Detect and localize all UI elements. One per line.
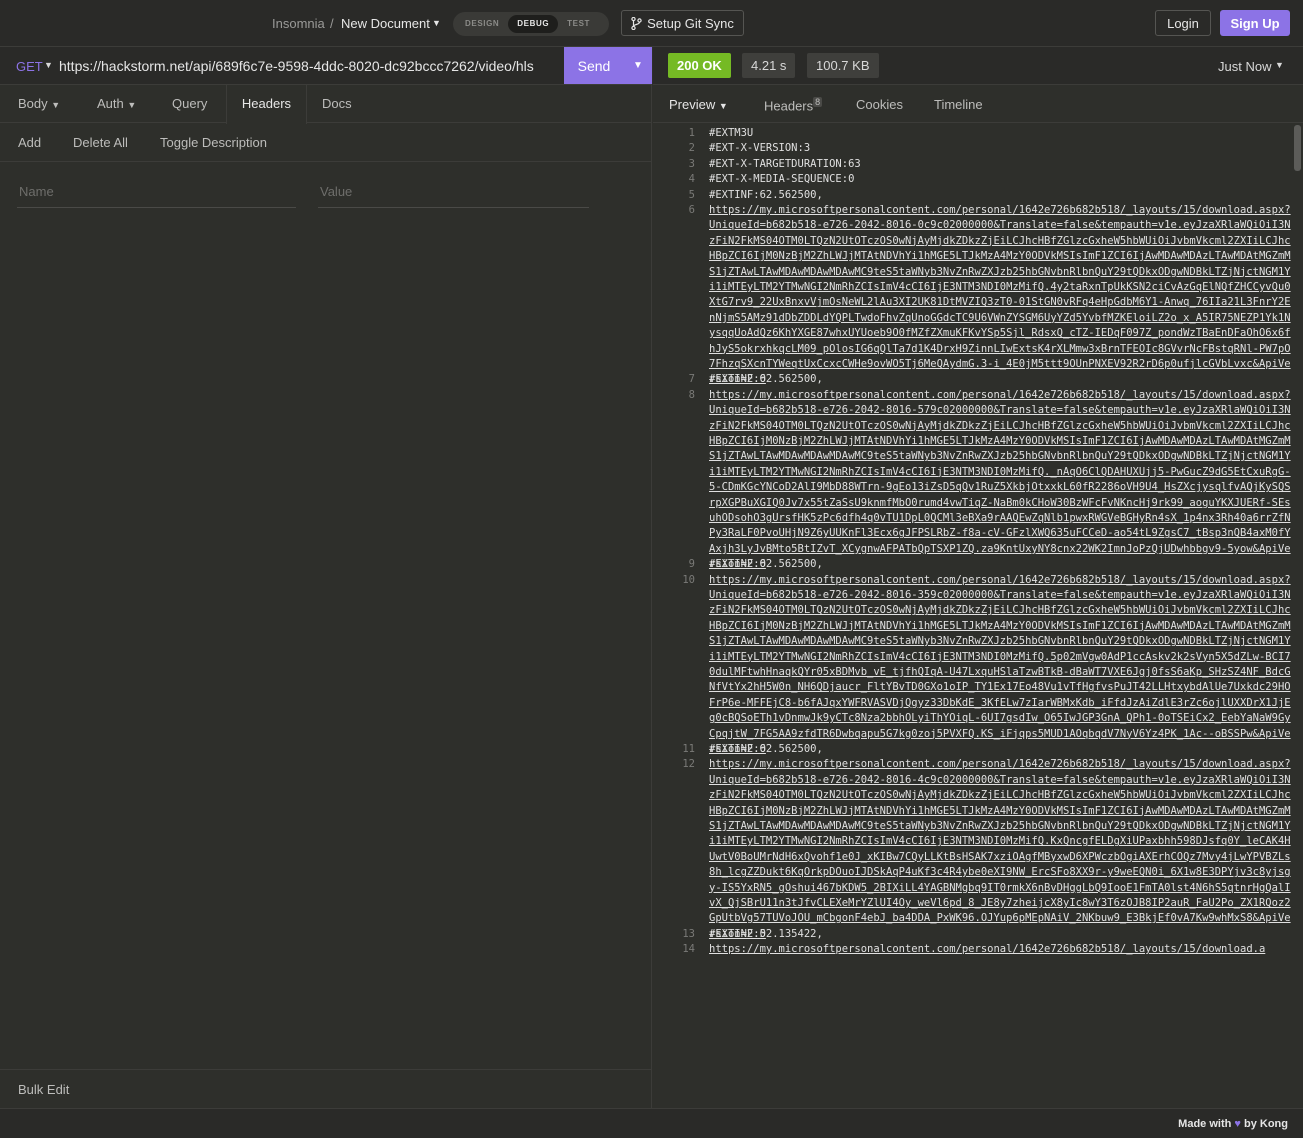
tab-auth[interactable]: Auth ▼ <box>97 85 136 123</box>
tab-auth-label: Auth <box>97 96 124 111</box>
url-bar: GET ▼ https://hackstorm.net/api/689f6c7e… <box>0 47 652 85</box>
status-badge: 200 OK <box>668 53 731 78</box>
line-number: 7 <box>688 373 695 386</box>
breadcrumb-app[interactable]: Insomnia <box>272 16 325 31</box>
heart-icon: ♥ <box>1234 1118 1241 1130</box>
bulk-edit-bar: Bulk Edit <box>0 1069 652 1108</box>
line-number: 11 <box>682 743 695 755</box>
line-number: 6 <box>688 204 695 216</box>
playlist-line: #EXTINF:62.562500, <box>709 558 823 571</box>
mode-test[interactable]: TEST <box>558 15 599 33</box>
made-with-label: Made with <box>1178 1118 1232 1130</box>
send-button[interactable]: Send ▼ <box>564 47 652 84</box>
body-chevron-down-icon: ▼ <box>51 100 61 110</box>
playlist-line: #EXTINF:62.562500, <box>709 743 823 755</box>
playlist-line: #EXT-X-TARGETDURATION:63 <box>709 157 861 170</box>
login-button[interactable]: Login <box>1155 10 1211 36</box>
playlist-line: #EXTM3U <box>709 127 754 139</box>
scrollbar-thumb[interactable] <box>1294 125 1301 171</box>
playlist-line: #EXTINF:62.562500, <box>709 373 823 386</box>
line-number: 8 <box>688 388 695 401</box>
playlist-line: #EXT-X-MEDIA-SEQUENCE:0 <box>709 173 855 186</box>
line-number: 5 <box>688 188 695 201</box>
tab-response-headers[interactable]: Headers 8 <box>764 97 823 114</box>
mode-switch: DESIGN DEBUG TEST <box>453 12 609 36</box>
url-input[interactable]: https://hackstorm.net/api/689f6c7e-9598-… <box>59 58 534 74</box>
line-number: 1 <box>688 127 695 139</box>
add-header-button[interactable]: Add <box>18 135 41 150</box>
line-number: 9 <box>688 558 695 571</box>
bulk-edit-button[interactable]: Bulk Edit <box>18 1082 69 1097</box>
breadcrumb-separator: / <box>330 16 334 31</box>
auth-chevron-down-icon: ▼ <box>127 100 137 110</box>
segment-url-link[interactable]: https://my.microsoftpersonalcontent.com/… <box>709 942 1293 957</box>
tab-query[interactable]: Query <box>172 85 207 123</box>
by-kong-label: by Kong <box>1244 1118 1288 1130</box>
segment-url-link[interactable]: https://my.microsoftpersonalcontent.com/… <box>709 203 1293 388</box>
tab-preview[interactable]: Preview ▼ <box>669 97 728 112</box>
request-tabs: Body ▼ Auth ▼ Query Headers Docs <box>0 85 652 124</box>
tab-body-label: Body <box>18 96 48 111</box>
tab-headers[interactable]: Headers <box>226 85 307 124</box>
delete-all-button[interactable]: Delete All <box>73 135 128 150</box>
response-tabs: Preview ▼ Headers 8 Cookies Timeline <box>653 85 1303 123</box>
response-preview-code[interactable]: 1 #EXTM3U 2 #EXT-X-VERSION:3 3 #EXT-X-TARGETD… <box>653 123 1303 1108</box>
history-chevron-down-icon[interactable]: ▼ <box>1275 60 1284 70</box>
header-actions: Add Delete All Toggle Description <box>0 123 652 162</box>
line-number: 10 <box>682 573 695 586</box>
tab-docs[interactable]: Docs <box>322 85 352 123</box>
tab-response-headers-label: Headers <box>764 98 814 114</box>
top-bar: Insomnia / New Document ▼ DESIGN DEBUG T… <box>0 0 1303 47</box>
header-name-input[interactable]: Name <box>19 184 54 199</box>
toggle-description-button[interactable]: Toggle Description <box>160 135 267 150</box>
response-time-badge: 4.21 s <box>742 53 796 78</box>
response-size-badge: 100.7 KB <box>807 53 879 78</box>
tab-body[interactable]: Body ▼ <box>18 85 60 123</box>
setup-git-sync-button[interactable]: Setup Git Sync <box>621 10 744 36</box>
tab-cookies[interactable]: Cookies <box>856 97 903 112</box>
line-number: 2 <box>688 142 695 155</box>
segment-url-link[interactable]: https://my.microsoftpersonalcontent.com/… <box>709 573 1293 758</box>
breadcrumb-document[interactable]: New Document <box>341 16 430 31</box>
name-underline <box>17 207 296 208</box>
signup-button[interactable]: Sign Up <box>1220 10 1290 36</box>
line-number: 4 <box>688 173 695 186</box>
method-select[interactable]: GET <box>16 59 43 74</box>
response-history-dropdown[interactable]: Just Now <box>1218 59 1271 74</box>
document-menu-chevron-down-icon[interactable]: ▼ <box>432 18 441 28</box>
send-options-chevron-down-icon[interactable]: ▼ <box>624 60 652 71</box>
setup-git-sync-label: Setup Git Sync <box>647 15 734 31</box>
segment-url-link[interactable]: https://my.microsoftpersonalcontent.com/… <box>709 388 1293 573</box>
mode-design[interactable]: DESIGN <box>456 15 508 33</box>
segment-url-link[interactable]: https://my.microsoftpersonalcontent.com/… <box>709 757 1293 942</box>
tab-preview-label: Preview <box>669 97 716 112</box>
line-number: 12 <box>682 758 695 771</box>
tab-timeline[interactable]: Timeline <box>934 97 983 112</box>
playlist-line: #EXTINF:52.135422, <box>709 927 823 940</box>
playlist-line: #EXTINF:62.562500, <box>709 188 823 201</box>
line-number: 3 <box>688 157 695 170</box>
response-status-bar: 200 OK 4.21 s 100.7 KB Just Now ▼ <box>653 47 1303 85</box>
made-with-kong[interactable]: Made with ♥ by Kong <box>1178 1118 1288 1130</box>
git-branch-icon <box>631 16 642 30</box>
headers-count-badge: 8 <box>813 97 823 107</box>
method-chevron-down-icon[interactable]: ▼ <box>44 60 53 70</box>
playlist-line: #EXT-X-VERSION:3 <box>709 142 811 155</box>
mode-debug[interactable]: DEBUG <box>508 15 559 33</box>
preview-chevron-down-icon: ▼ <box>718 101 728 111</box>
line-number: 14 <box>682 943 695 956</box>
send-label[interactable]: Send <box>564 58 624 74</box>
line-number: 13 <box>682 927 695 940</box>
response-pane: 200 OK 4.21 s 100.7 KB Just Now ▼ Previe… <box>653 47 1303 1108</box>
request-pane: GET ▼ https://hackstorm.net/api/689f6c7e… <box>0 47 652 1108</box>
header-value-input[interactable]: Value <box>320 184 352 199</box>
value-underline <box>318 207 589 208</box>
footer: Made with ♥ by Kong <box>0 1108 1303 1138</box>
